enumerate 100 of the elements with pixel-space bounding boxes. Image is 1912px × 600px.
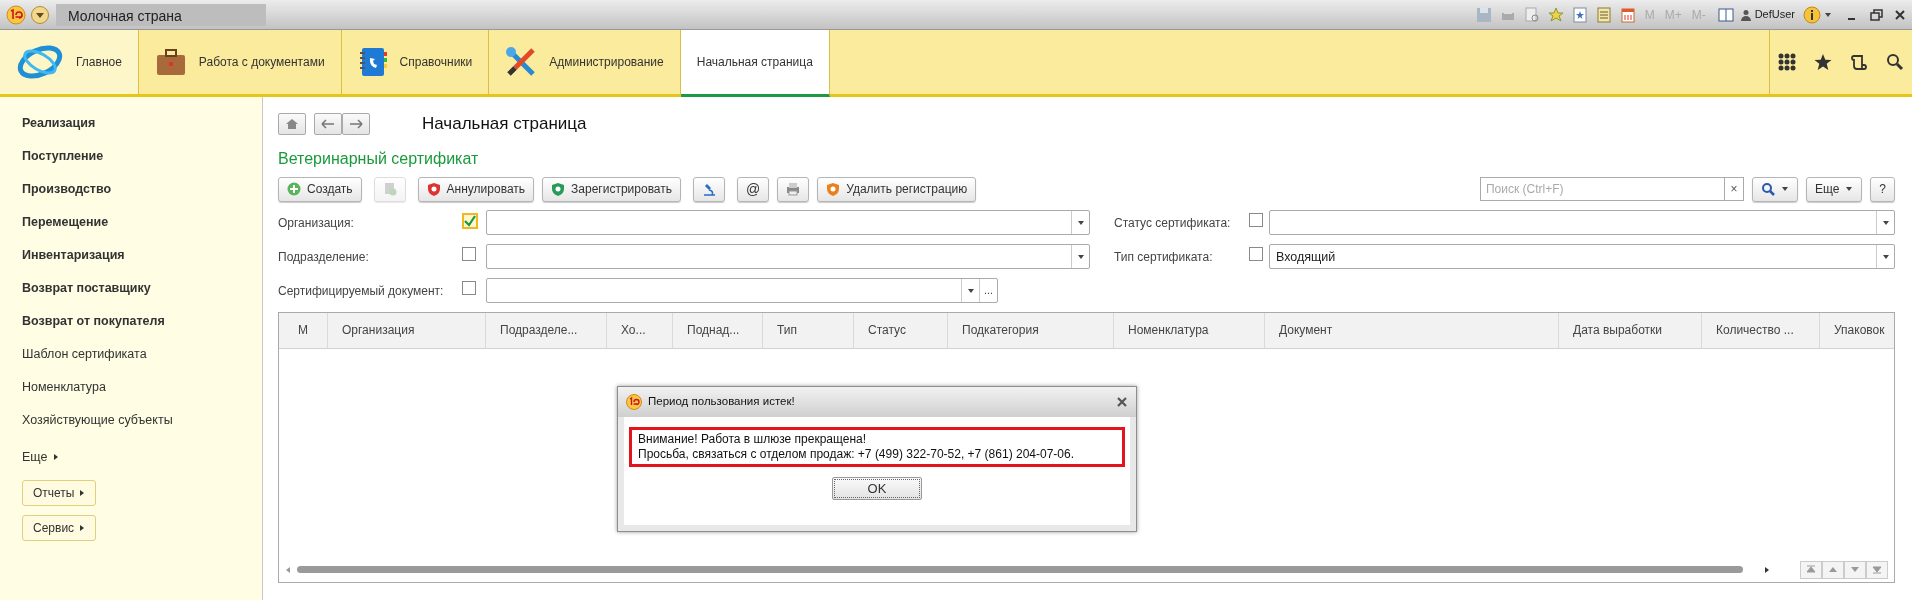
star-page-icon[interactable]: [1570, 5, 1589, 24]
dropdown-caret-icon[interactable]: [1076, 252, 1085, 261]
apps-grid-icon[interactable]: [1778, 53, 1796, 71]
column-header[interactable]: Количество ...: [1702, 312, 1820, 348]
dropdown-caret-icon[interactable]: [1076, 218, 1085, 227]
panel-icon[interactable]: [1716, 5, 1735, 24]
sidebar-button[interactable]: Отчеты: [22, 480, 97, 506]
column-header[interactable]: Статус: [854, 312, 948, 348]
filter-combobox[interactable]: Входящий: [1269, 244, 1895, 269]
toolbar-button[interactable]: Удалить регистрацию: [817, 176, 977, 202]
clear-button[interactable]: ×: [1723, 177, 1744, 201]
sidebar-link[interactable]: Инвентаризация: [22, 239, 262, 272]
sidebar-button[interactable]: Сервис: [22, 515, 97, 541]
microscope-icon: [702, 181, 717, 197]
user-icon: [1740, 8, 1751, 21]
window-title: Молочная страна: [56, 3, 266, 26]
shield-icon: [826, 181, 841, 197]
sidebar-link[interactable]: Шаблон сертификата: [22, 338, 262, 371]
filter-checkbox[interactable]: [1249, 213, 1263, 227]
filter-combobox[interactable]: ...: [486, 278, 998, 303]
column-header[interactable]: Номенклатура: [1114, 312, 1265, 348]
back-button[interactable]: [314, 112, 342, 135]
sidebar-link[interactable]: Возврат поставщику: [22, 272, 262, 305]
more-menu[interactable]: Еще: [22, 443, 262, 471]
filter-label: Организация:: [278, 214, 355, 232]
ok-button[interactable]: OK: [832, 477, 922, 500]
toolbar-button[interactable]: [693, 176, 726, 202]
star-icon[interactable]: [1814, 53, 1832, 71]
filter-checkbox[interactable]: [462, 247, 476, 261]
more-button[interactable]: Еще: [1805, 176, 1863, 202]
column-header[interactable]: Дата выработки: [1559, 312, 1702, 348]
filter-checkbox[interactable]: [1249, 247, 1263, 261]
search-field[interactable]: Поиск (Ctrl+F): [1479, 177, 1724, 201]
column-header[interactable]: Упаковок: [1820, 312, 1894, 348]
close-icon[interactable]: [1893, 7, 1907, 22]
search-icon[interactable]: [1886, 53, 1904, 71]
section-tab[interactable]: Работа с документами: [138, 30, 342, 94]
caret-icon: [53, 453, 60, 461]
restore-icon[interactable]: [1869, 7, 1883, 22]
last-page-icon[interactable]: [1872, 565, 1882, 574]
next-page-icon[interactable]: [1850, 565, 1860, 574]
section-tab[interactable]: Начальная страница: [680, 30, 830, 97]
dropdown-caret-icon[interactable]: [966, 286, 975, 295]
app-logo-icon[interactable]: [6, 4, 26, 25]
sidebar-link[interactable]: Поступление: [22, 140, 262, 173]
user-name[interactable]: DefUser: [1754, 6, 1795, 23]
search-button[interactable]: [1751, 176, 1798, 202]
calendar-icon[interactable]: [1618, 5, 1637, 24]
close-icon[interactable]: [1116, 396, 1128, 408]
toolbar-button[interactable]: Зарегистрировать: [542, 176, 682, 202]
column-header[interactable]: Подкатегория: [948, 312, 1114, 348]
info-icon[interactable]: [1803, 5, 1821, 24]
filter-checkbox[interactable]: [462, 281, 476, 295]
toolbar-button[interactable]: [777, 176, 810, 202]
caret-icon[interactable]: [1824, 10, 1832, 19]
sidebar-link[interactable]: Хозяйствующие субъекты: [22, 404, 262, 437]
app-logo-icon: [626, 394, 642, 410]
scrollbar-thumb[interactable]: [297, 566, 1744, 573]
sidebar-link[interactable]: Реализация: [22, 107, 262, 140]
search-icon: [1760, 182, 1775, 196]
sidebar-link[interactable]: Производство: [22, 173, 262, 206]
first-page-icon[interactable]: [1806, 565, 1816, 574]
scroll-icon[interactable]: [1850, 53, 1868, 71]
previous-page-icon[interactable]: [1828, 565, 1838, 574]
scroll-right-icon[interactable]: [1764, 565, 1770, 574]
section-tab[interactable]: Главное: [0, 30, 139, 94]
calculator-icon[interactable]: [1594, 5, 1613, 24]
forward-button[interactable]: [342, 112, 370, 135]
filter-label: Подразделение:: [278, 248, 370, 266]
toolbar-button[interactable]: Создать: [278, 176, 362, 202]
toolbar-button[interactable]: @: [737, 176, 770, 202]
help-button[interactable]: ?: [1870, 176, 1895, 202]
dropdown-caret-icon[interactable]: [1881, 252, 1890, 261]
scroll-left-icon[interactable]: [285, 565, 291, 574]
filter-checkbox[interactable]: [462, 213, 478, 229]
column-header[interactable]: Документ: [1265, 312, 1559, 348]
section-tab[interactable]: Администрирование: [489, 30, 681, 94]
column-header[interactable]: Организация: [328, 312, 486, 348]
column-header[interactable]: М: [279, 312, 328, 348]
shield-icon: [426, 181, 441, 197]
menu-caret-icon[interactable]: [30, 4, 50, 25]
choice-button[interactable]: ...: [979, 279, 997, 302]
toolbar-button[interactable]: Аннулировать: [417, 176, 535, 202]
print-icon: [786, 181, 801, 197]
preview-icon[interactable]: [1522, 5, 1541, 24]
column-header[interactable]: Тип: [763, 312, 854, 348]
caret-icon: [1780, 185, 1789, 193]
dialog-title: Период пользования истек!: [648, 394, 796, 410]
shield-icon: [551, 181, 566, 197]
sidebar-link[interactable]: Номенклатура: [22, 371, 262, 404]
caret-icon: [79, 489, 86, 497]
column-header[interactable]: Подразделе...: [486, 312, 607, 348]
dropdown-caret-icon[interactable]: [1881, 218, 1890, 227]
column-header[interactable]: Поднад...: [673, 312, 763, 348]
column-header[interactable]: Хо...: [607, 312, 673, 348]
home-button[interactable]: [278, 112, 306, 135]
star-add-icon[interactable]: [1546, 5, 1565, 24]
sidebar-link[interactable]: Перемещение: [22, 206, 262, 239]
section-tab[interactable]: Справочники: [341, 30, 490, 94]
sidebar-link[interactable]: Возврат от покупателя: [22, 305, 262, 338]
